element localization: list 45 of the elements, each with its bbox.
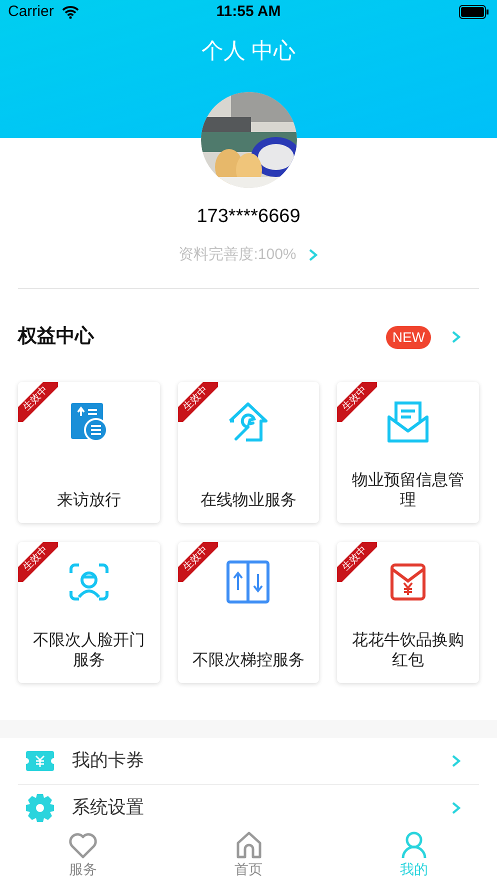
- carrier-label: Carrier: [8, 2, 54, 22]
- service-card[interactable]: 生效中 不限次人脸开门服务: [18, 542, 160, 682]
- ticket-icon: [26, 750, 54, 770]
- menu-row[interactable]: 我的卡券: [18, 738, 479, 784]
- status-ribbon: 生效中: [18, 542, 58, 582]
- card-label: 不限次梯控服务: [192, 650, 304, 670]
- card-label: 在线物业服务: [200, 490, 296, 510]
- menu-label: 我的卡券: [72, 749, 144, 772]
- heart-icon: [68, 831, 98, 859]
- status-ribbon: 生效中: [337, 542, 378, 582]
- status-ribbon: 生效中: [178, 542, 218, 582]
- battery-icon: [459, 5, 489, 19]
- clock-time: 11:55 AM: [216, 2, 281, 22]
- card-label: 物业预留信息管理: [351, 470, 466, 510]
- menu-label: 系统设置: [72, 796, 144, 819]
- house-wrench-icon: [226, 400, 270, 442]
- service-card[interactable]: 生效中 花花牛饮品换购红包: [337, 542, 479, 682]
- service-card[interactable]: 生效中 物业预留信息管理: [337, 382, 479, 522]
- document-list-icon: [70, 402, 108, 442]
- status-ribbon: 生效中: [337, 382, 378, 422]
- service-card[interactable]: 生效中 不限次梯控服务: [178, 542, 320, 682]
- money-envelope-icon: [390, 562, 426, 600]
- gear-icon: [26, 794, 54, 822]
- user-icon: [401, 831, 428, 859]
- more-button[interactable]: [451, 330, 461, 344]
- status-ribbon: 生效中: [178, 382, 218, 422]
- card-label: 来访放行: [56, 490, 121, 510]
- card-label: 不限次人脸开门服务: [32, 630, 146, 670]
- status-ribbon: 生效中: [18, 382, 58, 422]
- service-card[interactable]: 生效中 来访放行: [18, 382, 160, 522]
- page-title: 个人 中心: [200, 37, 297, 65]
- face-scan-icon: [68, 562, 109, 600]
- phone-number: 173****6669: [196, 205, 300, 229]
- chevron-right-icon: [308, 248, 318, 262]
- elevator-arrows-icon: [226, 560, 270, 604]
- envelope-letter-icon: [386, 400, 430, 442]
- wifi-icon: [62, 6, 79, 18]
- service-card[interactable]: 生效中 在线物业服务: [178, 382, 320, 522]
- chevron-right-icon: [451, 330, 461, 344]
- card-label: 花花牛饮品换购红包: [351, 630, 466, 670]
- home-icon: [234, 831, 262, 859]
- new-badge: NEW: [386, 326, 431, 349]
- chevron-right-icon: [451, 754, 461, 768]
- section-title: 权益中心: [18, 324, 94, 349]
- chevron-right-icon: [451, 800, 461, 814]
